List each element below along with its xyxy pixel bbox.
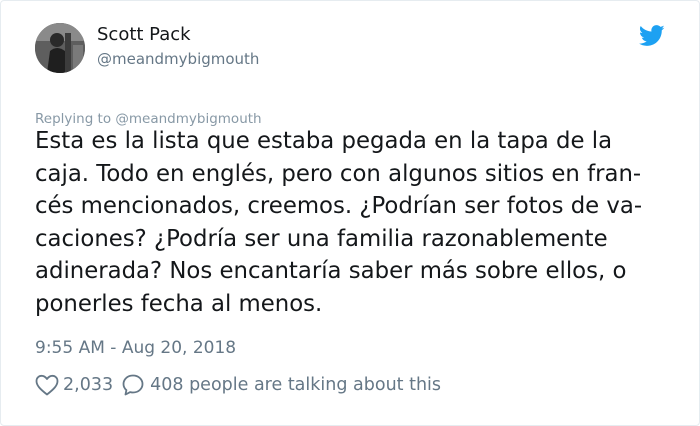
speech-bubble-icon — [122, 374, 144, 396]
tweet-text: Esta es la lista que estaba pegada en la… — [35, 128, 643, 317]
author-display-name[interactable]: Scott Pack — [97, 23, 259, 47]
talking-about-label: 408 people are talking about this — [150, 375, 442, 395]
like-count: 2,033 — [63, 375, 114, 395]
author-handle[interactable]: @meandmybigmouth — [97, 48, 259, 70]
tweet-timestamp[interactable]: 9:55 AM - Aug 20, 2018 — [35, 338, 236, 358]
tweet-card: Scott Pack @meandmybigmouth Replying to … — [0, 0, 700, 426]
author-block: Scott Pack @meandmybigmouth — [97, 23, 259, 70]
twitter-bird-icon[interactable] — [639, 25, 665, 47]
heart-icon — [35, 374, 59, 396]
like-button[interactable]: 2,033 — [35, 374, 113, 396]
tweet-actions: 2,033 408 people are talking about this — [35, 373, 441, 397]
avatar-photo-icon — [35, 23, 85, 73]
tweet-header: Scott Pack @meandmybigmouth — [35, 19, 679, 79]
avatar[interactable] — [35, 23, 85, 73]
conversation-link[interactable]: 408 people are talking about this — [121, 373, 441, 397]
